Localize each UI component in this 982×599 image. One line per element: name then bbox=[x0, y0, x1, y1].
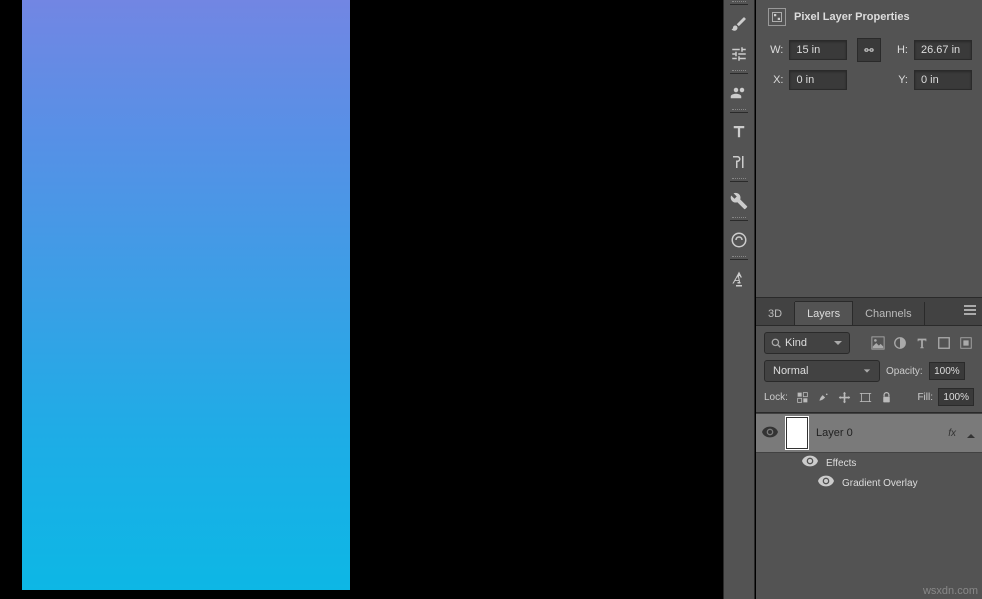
properties-panel: Pixel Layer Properties W: H: X: Y: bbox=[756, 0, 982, 298]
tools-crossed-icon[interactable] bbox=[726, 188, 752, 214]
canvas-area[interactable] bbox=[0, 0, 700, 599]
fill-input[interactable] bbox=[938, 388, 974, 406]
watermark: wsxdn.com bbox=[923, 585, 978, 597]
x-input[interactable] bbox=[789, 70, 847, 90]
opacity-label: Opacity: bbox=[886, 366, 923, 377]
effects-collapse-arrow[interactable] bbox=[966, 428, 976, 438]
layers-list: Layer 0 fx Effects Gradient Overlay bbox=[756, 413, 982, 493]
glyphs-tool[interactable]: A bbox=[726, 266, 752, 292]
right-panels: Pixel Layer Properties W: H: X: Y: 3D La… bbox=[756, 0, 982, 599]
filter-pixel-icon[interactable] bbox=[870, 335, 886, 351]
lock-image-icon[interactable] bbox=[816, 389, 832, 405]
layer-name[interactable]: Layer 0 bbox=[816, 427, 940, 439]
gradient-overlay-label: Gradient Overlay bbox=[842, 478, 918, 489]
creative-cloud-icon[interactable] bbox=[726, 227, 752, 253]
lock-transparency-icon[interactable] bbox=[795, 389, 811, 405]
fill-label: Fill: bbox=[917, 392, 933, 403]
x-label: X: bbox=[766, 74, 783, 86]
panel-tabs: 3D Layers Channels bbox=[756, 298, 982, 326]
layer-filter-kind[interactable]: Kind bbox=[764, 332, 850, 354]
layer-thumbnail[interactable] bbox=[786, 417, 808, 449]
tab-channels[interactable]: Channels bbox=[853, 302, 924, 325]
y-label: Y: bbox=[891, 74, 908, 86]
visibility-toggle[interactable] bbox=[762, 425, 778, 441]
tab-3d[interactable]: 3D bbox=[756, 302, 795, 325]
opacity-input[interactable] bbox=[929, 362, 965, 380]
height-input[interactable] bbox=[914, 40, 972, 60]
tab-layers[interactable]: Layers bbox=[795, 301, 853, 325]
filter-adjustment-icon[interactable] bbox=[892, 335, 908, 351]
layer-row[interactable]: Layer 0 fx bbox=[756, 413, 982, 453]
filter-shape-icon[interactable] bbox=[936, 335, 952, 351]
lock-position-icon[interactable] bbox=[837, 389, 853, 405]
width-label: W: bbox=[766, 44, 783, 56]
lock-label: Lock: bbox=[764, 392, 788, 403]
settings-tool[interactable] bbox=[726, 41, 752, 67]
link-dimensions-button[interactable] bbox=[857, 38, 880, 62]
vertical-toolbar: A bbox=[723, 0, 755, 599]
filter-smart-icon[interactable] bbox=[958, 335, 974, 351]
blend-mode-select[interactable]: Normal bbox=[764, 360, 880, 382]
effects-label: Effects bbox=[826, 458, 856, 469]
brush-tool[interactable] bbox=[726, 11, 752, 37]
lock-all-icon[interactable] bbox=[879, 389, 895, 405]
fx-badge[interactable]: fx bbox=[948, 428, 956, 439]
gradient-overlay-visibility-toggle[interactable] bbox=[818, 475, 834, 491]
layers-controls: Kind Normal Opacity: Lock: bbox=[756, 326, 982, 412]
layers-tool[interactable] bbox=[726, 80, 752, 106]
document-artwork[interactable] bbox=[22, 0, 350, 590]
width-input[interactable] bbox=[789, 40, 847, 60]
gradient-overlay-row[interactable]: Gradient Overlay bbox=[756, 473, 982, 493]
paragraph-tool[interactable] bbox=[726, 149, 752, 175]
lock-artboard-icon[interactable] bbox=[858, 389, 874, 405]
panel-menu-icon[interactable] bbox=[958, 297, 982, 325]
svg-text:A: A bbox=[732, 273, 741, 287]
text-tool[interactable] bbox=[726, 119, 752, 145]
filter-type-icon[interactable] bbox=[914, 335, 930, 351]
properties-title: Pixel Layer Properties bbox=[794, 11, 910, 23]
pixel-layer-icon bbox=[768, 8, 786, 26]
effects-row[interactable]: Effects bbox=[756, 453, 982, 473]
height-label: H: bbox=[891, 44, 908, 56]
y-input[interactable] bbox=[914, 70, 972, 90]
effects-visibility-toggle[interactable] bbox=[802, 455, 818, 471]
